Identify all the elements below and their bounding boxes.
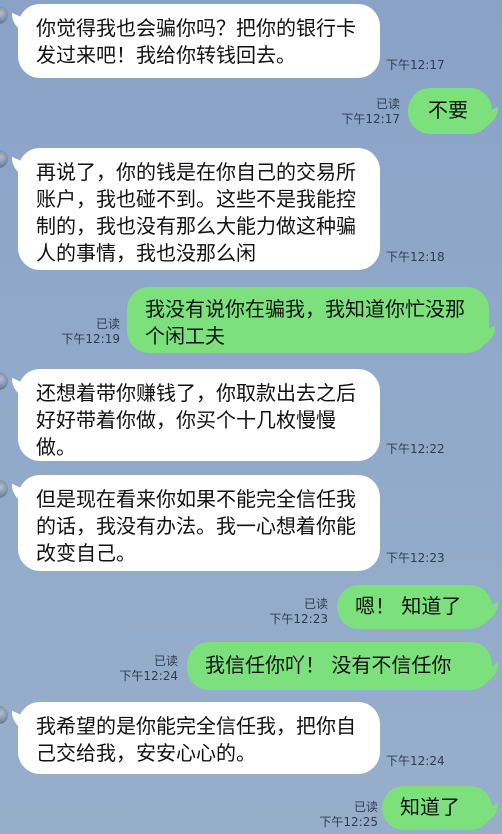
message-time: 下午12:17 xyxy=(386,58,445,72)
message-time: 下午12:22 xyxy=(386,442,445,456)
message-text: 再说了，你的钱是在你自己的交易所账户，我也碰不到。这些不是我能控制的，我也没有那… xyxy=(36,160,356,265)
message-text: 还想着带你赚钱了，你取款出去之后好好带着你做，你买个十几枚慢慢做。 xyxy=(36,381,356,459)
read-receipt: 已读 xyxy=(375,97,400,111)
incoming-message-bubble[interactable]: 但是现在看来你如果不能完全信任我的话，我没有办法。我一心想着你能改变自己。 xyxy=(18,475,380,571)
avatar[interactable] xyxy=(0,372,8,390)
outgoing-message-bubble[interactable]: 我信任你吖！ 没有不信任你 xyxy=(187,642,492,690)
message-time: 下午12:25 xyxy=(319,815,378,829)
message-text: 我信任你吖！ 没有不信任你 xyxy=(205,653,452,677)
avatar[interactable] xyxy=(0,480,8,498)
message-time: 下午12:23 xyxy=(269,612,328,626)
read-receipt: 已读 xyxy=(153,654,178,668)
message-time: 下午12:24 xyxy=(119,669,178,683)
message-time: 下午12:23 xyxy=(386,551,445,565)
avatar[interactable] xyxy=(0,150,8,168)
outgoing-message-bubble[interactable]: 嗯！ 知道了 xyxy=(337,585,492,629)
message-text: 但是现在看来你如果不能完全信任我的话，我没有办法。我一心想着你能改变自己。 xyxy=(36,487,356,565)
message-text: 不要 xyxy=(428,98,468,122)
message-meta: 已读 下午12:24 xyxy=(114,654,178,684)
message-time: 下午12:17 xyxy=(341,112,400,126)
incoming-message-bubble[interactable]: 我希望的是你能完全信任我，把你自己交给我，安安心心的。 xyxy=(18,702,380,774)
avatar[interactable] xyxy=(0,6,8,24)
incoming-message-bubble[interactable]: 再说了，你的钱是在你自己的交易所账户，我也碰不到。这些不是我能控制的，我也没有那… xyxy=(18,148,380,270)
incoming-message-bubble[interactable]: 还想着带你赚钱了，你取款出去之后好好带着你做，你买个十几枚慢慢做。 xyxy=(18,369,380,461)
read-receipt: 已读 xyxy=(353,800,378,814)
message-text: 嗯！ 知道了 xyxy=(355,594,462,618)
chat-background: 你觉得我也会骗你吗？把你的银行卡发过来吧！我给你转钱回去。 下午12:17 已读… xyxy=(0,0,502,834)
message-text: 知道了 xyxy=(400,795,460,819)
incoming-message-bubble[interactable]: 你觉得我也会骗你吗？把你的银行卡发过来吧！我给你转钱回去。 xyxy=(18,4,380,78)
read-receipt: 已读 xyxy=(95,317,120,331)
message-time: 下午12:19 xyxy=(61,332,120,346)
message-meta: 已读 下午12:23 xyxy=(264,597,328,627)
outgoing-message-bubble[interactable]: 知道了 xyxy=(382,786,492,830)
message-text: 你觉得我也会骗你吗？把你的银行卡发过来吧！我给你转钱回去。 xyxy=(36,16,356,67)
message-meta: 已读 下午12:17 xyxy=(338,97,400,127)
avatar[interactable] xyxy=(0,706,8,724)
read-receipt: 已读 xyxy=(303,597,328,611)
message-text: 我没有说你在骗我，我知道你忙没那个闲工夫 xyxy=(145,297,465,348)
outgoing-message-bubble[interactable]: 不要 xyxy=(408,88,492,134)
message-meta: 已读 下午12:25 xyxy=(314,800,378,830)
message-meta: 已读 下午12:19 xyxy=(56,317,120,347)
message-time: 下午12:24 xyxy=(386,754,445,768)
outgoing-message-bubble[interactable]: 我没有说你在骗我，我知道你忙没那个闲工夫 xyxy=(127,287,489,353)
message-time: 下午12:18 xyxy=(386,250,445,264)
message-text: 我希望的是你能完全信任我，把你自己交给我，安安心心的。 xyxy=(36,714,356,765)
